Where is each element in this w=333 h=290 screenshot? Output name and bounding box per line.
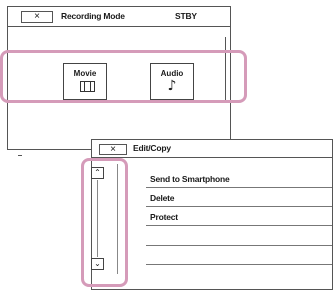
- menu-item-delete[interactable]: Delete: [146, 189, 332, 207]
- recording-mode-header: × Recording Mode STBY: [8, 7, 230, 27]
- edit-copy-header: × Edit/Copy: [92, 140, 332, 158]
- status-label: STBY: [175, 11, 197, 21]
- close-button[interactable]: ×: [99, 144, 127, 155]
- mode-buttons-highlight: [0, 50, 247, 103]
- scroll-buttons-highlight: [81, 158, 128, 287]
- screen-title: Recording Mode: [61, 11, 125, 21]
- menu-item-send-to-smartphone[interactable]: Send to Smartphone: [146, 170, 332, 188]
- screen-title: Edit/Copy: [133, 143, 171, 153]
- divider: [18, 155, 22, 156]
- close-button[interactable]: ×: [21, 11, 53, 23]
- menu-item-protect[interactable]: Protect: [146, 208, 332, 226]
- empty-list-row: [146, 245, 332, 246]
- empty-list-row: [146, 264, 332, 265]
